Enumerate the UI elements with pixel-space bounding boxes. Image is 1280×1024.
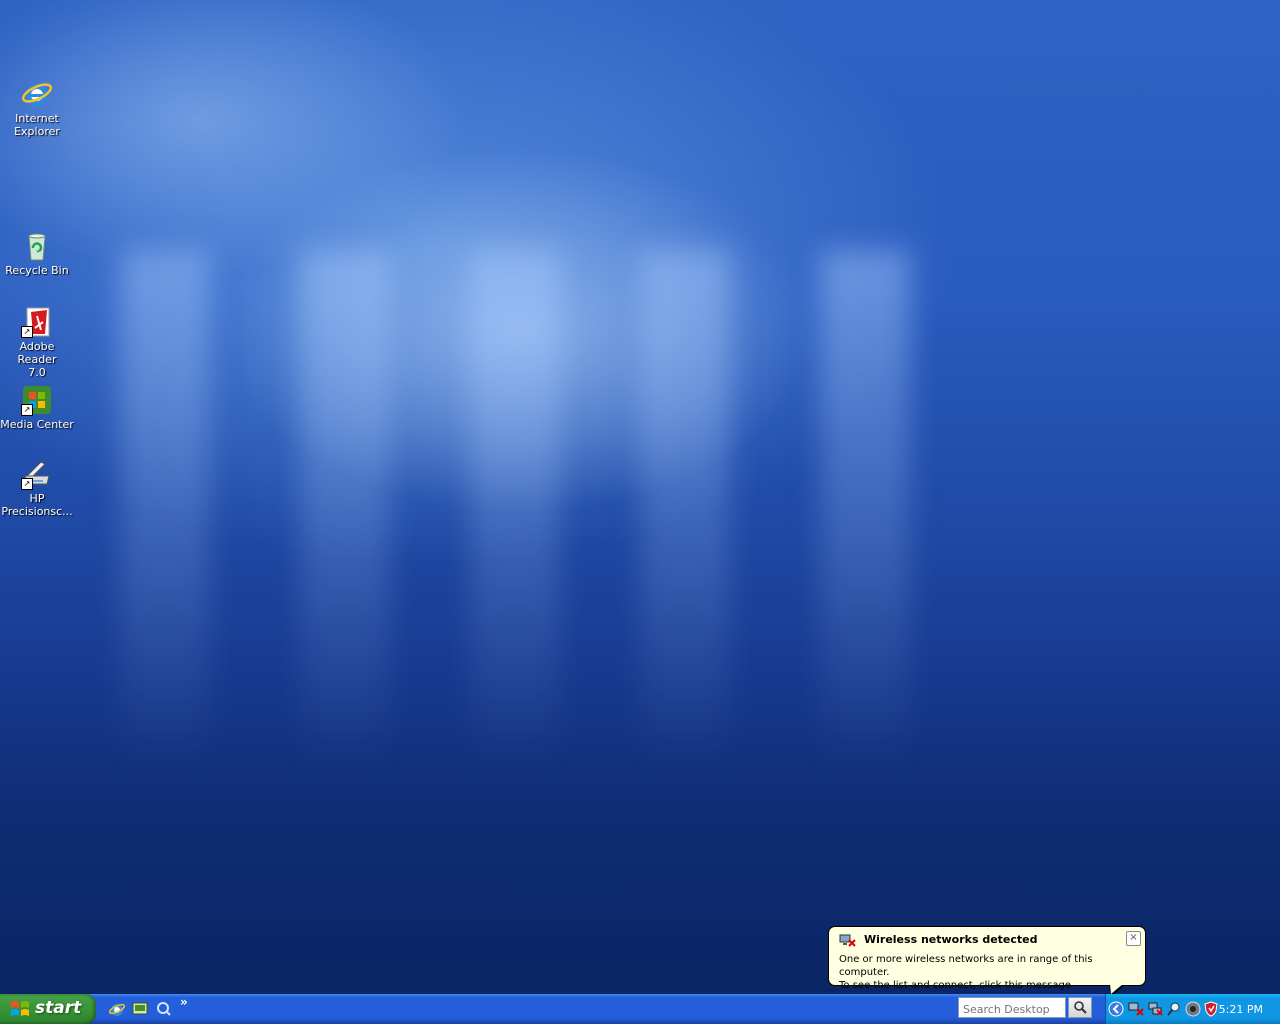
desktop-icon-media-center[interactable]: ↗ Media Center <box>0 384 74 431</box>
quick-launch-more-button[interactable]: » <box>180 995 188 1009</box>
balloon-tail <box>1110 984 1123 994</box>
quick-launch-internet-explorer-icon[interactable] <box>108 1000 126 1018</box>
system-tray: 5:21 PM <box>1105 994 1280 1024</box>
search-tray-icon[interactable] <box>1166 1001 1182 1017</box>
desktop-icon-recycle-bin[interactable]: Recycle Bin <box>0 230 74 277</box>
clock[interactable]: 5:21 PM <box>1219 1003 1263 1016</box>
shortcut-arrow-icon: ↗ <box>21 404 33 416</box>
search-button[interactable] <box>1068 997 1092 1018</box>
recycle-bin-icon <box>21 230 53 262</box>
start-label: start <box>35 998 82 1018</box>
media-center-icon: ↗ <box>21 384 53 416</box>
media-tray-icon[interactable] <box>1185 1001 1201 1017</box>
balloon-message: One or more wireless networks are in ran… <box>839 953 1145 992</box>
light-ray <box>300 250 390 770</box>
network-disconnected-icon[interactable] <box>1147 1001 1163 1017</box>
desktop-search-box[interactable] <box>958 997 1066 1019</box>
hp-scanner-icon: ↗ <box>21 458 53 490</box>
windows-flag-icon <box>10 1000 30 1018</box>
light-ray <box>470 250 560 770</box>
desktop-icon-adobe-reader[interactable]: ↗ Adobe Reader 7.0 <box>0 306 74 379</box>
light-ray <box>640 250 730 770</box>
balloon-message-line: One or more wireless networks are in ran… <box>839 954 1093 978</box>
wireless-disconnected-icon[interactable] <box>1128 1001 1144 1017</box>
desktop-background: Internet Explorer Recycle Bin ↗ Adobe Re… <box>0 0 1280 994</box>
shortcut-arrow-icon: ↗ <box>21 326 33 338</box>
shortcut-arrow-icon: ↗ <box>21 478 33 490</box>
search-input[interactable] <box>959 1000 1065 1019</box>
start-button[interactable]: start <box>0 994 96 1024</box>
quick-launch-show-desktop-icon[interactable] <box>131 1000 149 1018</box>
magnifier-icon <box>1074 1001 1087 1014</box>
desktop-icon-hp-precisionscan[interactable]: ↗ HP Precisionsc... <box>0 458 74 518</box>
desktop-icon-label: Adobe Reader 7.0 <box>17 340 57 379</box>
taskbar: start » Search Desktop 5:21 PM <box>0 994 1280 1024</box>
light-ray <box>820 250 910 770</box>
desktop-icon-internet-explorer[interactable]: Internet Explorer <box>0 78 74 138</box>
balloon-title: Wireless networks detected <box>864 933 1038 946</box>
desktop-icon-label: Recycle Bin <box>5 264 69 277</box>
internet-explorer-icon <box>21 78 53 110</box>
quick-launch-search-icon[interactable] <box>155 1000 173 1018</box>
security-shield-icon[interactable] <box>1203 1001 1219 1017</box>
wireless-network-icon <box>839 933 857 947</box>
wireless-notification-balloon[interactable]: Wireless networks detected × One or more… <box>828 926 1146 994</box>
adobe-reader-icon: ↗ <box>21 306 53 338</box>
desktop-icon-label: Media Center <box>0 418 74 431</box>
show-hidden-icons-button[interactable] <box>1108 1001 1124 1017</box>
desktop-icon-label: HP Precisionsc... <box>1 492 73 518</box>
light-ray <box>120 250 210 770</box>
balloon-close-button[interactable]: × <box>1126 931 1141 946</box>
desktop-icon-label: Internet Explorer <box>14 112 60 138</box>
balloon-message-line: To see the list and connect, click this … <box>839 980 1071 991</box>
